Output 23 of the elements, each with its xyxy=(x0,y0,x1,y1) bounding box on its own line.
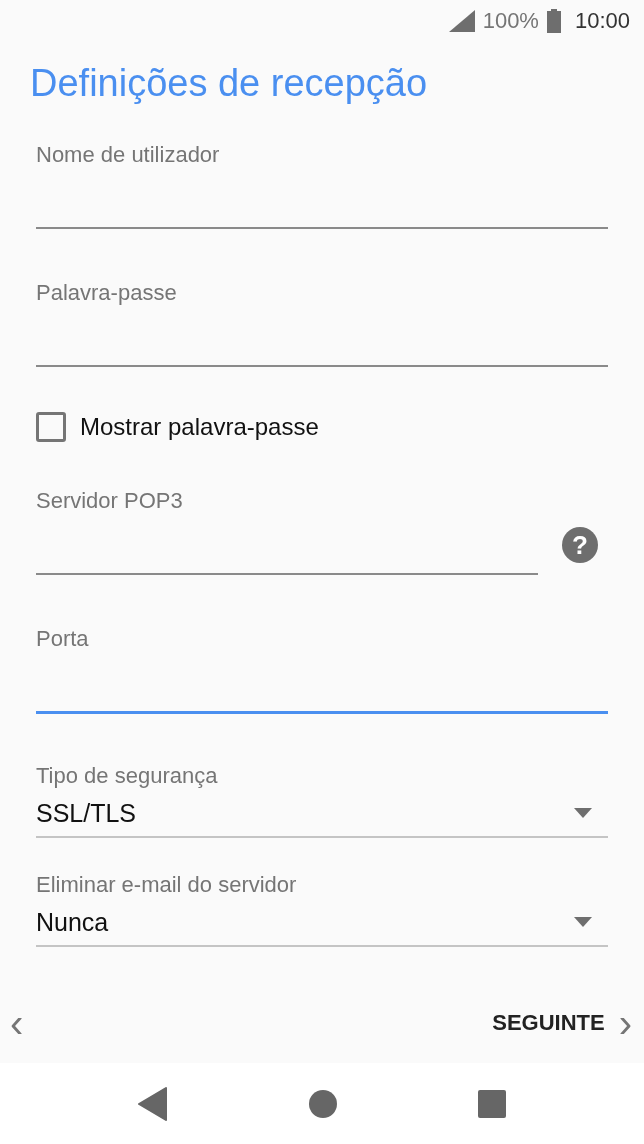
battery-icon xyxy=(546,8,561,33)
back-button[interactable]: ‹ xyxy=(10,1002,24,1043)
help-button[interactable]: ? xyxy=(562,527,598,564)
field-label: Tipo de segurança xyxy=(36,762,219,791)
page-title: Definições de recepção xyxy=(30,61,429,106)
field-label: Nome de utilizador xyxy=(36,141,221,170)
field-label: Eliminar e-mail do servidor xyxy=(36,871,298,900)
home-icon[interactable] xyxy=(308,1088,338,1119)
battery-percentage: 100% xyxy=(482,7,539,34)
field-label: Palavra-passe xyxy=(36,279,178,308)
dropdown-caret-icon xyxy=(574,917,592,928)
clock: 10:00 xyxy=(574,7,630,34)
checkbox[interactable] xyxy=(36,412,66,443)
dropdown[interactable]: Nunca xyxy=(36,899,608,948)
checkbox-label: Mostrar palavra-passe xyxy=(80,413,319,442)
dropdown-caret-icon xyxy=(574,808,592,819)
dropdown[interactable]: SSL/TLS xyxy=(36,790,608,839)
signal-icon xyxy=(448,9,475,32)
field-label: Porta xyxy=(36,625,90,654)
field-label: Servidor POP3 xyxy=(36,487,184,516)
back-icon[interactable] xyxy=(138,1086,168,1121)
next-button[interactable]: SEGUINTE › xyxy=(492,1002,632,1043)
recents-icon[interactable] xyxy=(478,1089,506,1118)
